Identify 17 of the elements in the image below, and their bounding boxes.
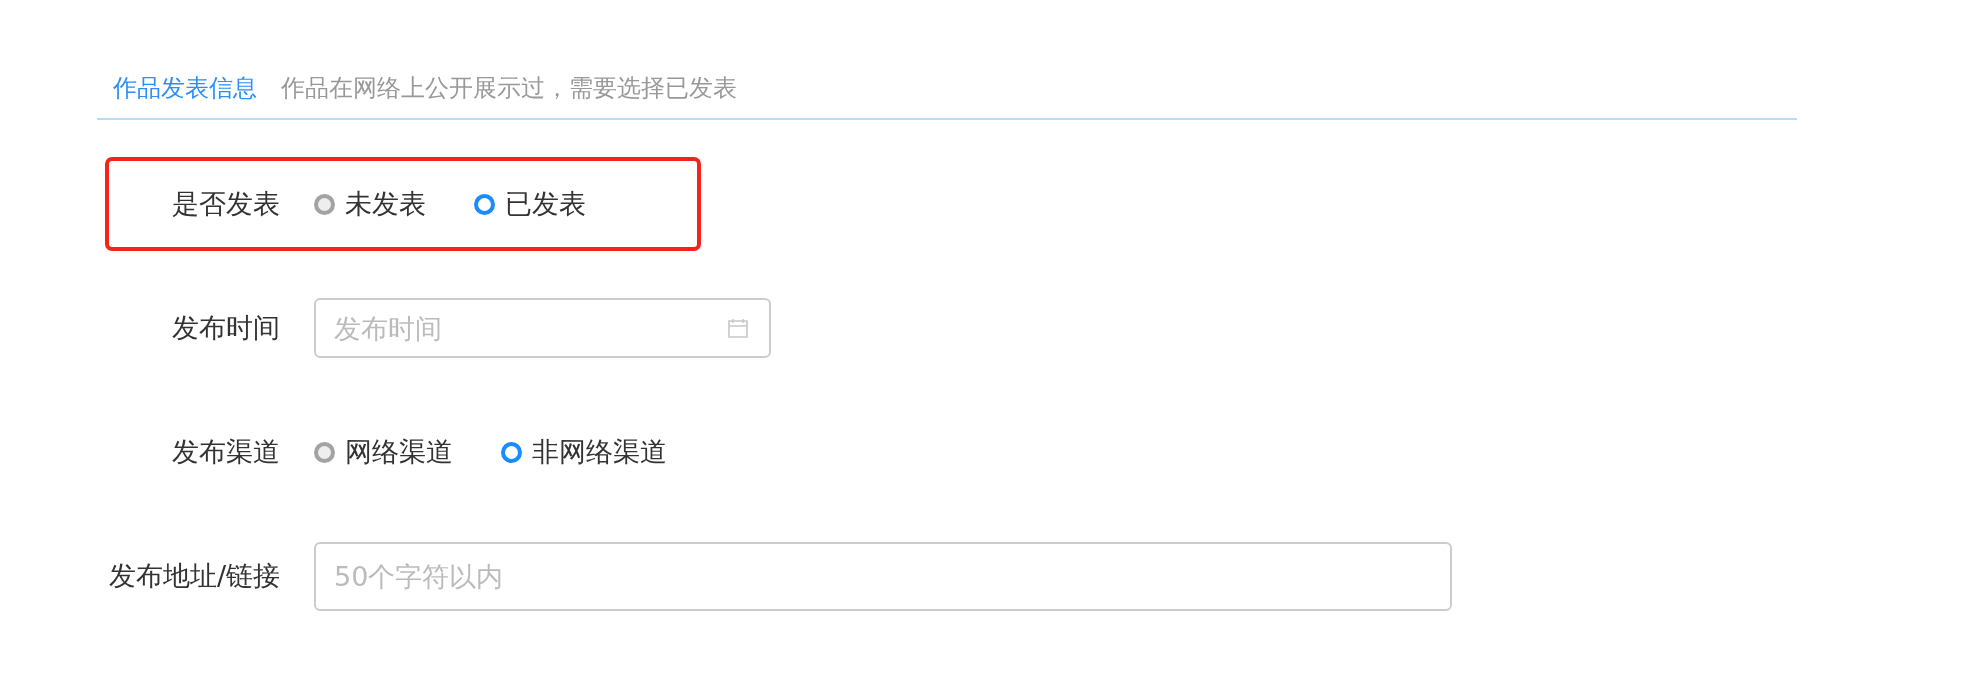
input-field[interactable]: 50个字符以内 — [314, 541, 1452, 611]
radio-option[interactable]: 非网络渠道 — [501, 434, 667, 470]
radio-option[interactable]: 网络渠道 — [314, 434, 453, 470]
radio-button[interactable] — [501, 441, 522, 463]
date-field[interactable]: 发布时间 — [314, 298, 771, 358]
field-label: 发布地址/链接 — [109, 559, 280, 593]
field-label: 发布时间 — [171, 311, 280, 345]
radio-option[interactable]: 已发表 — [474, 186, 586, 222]
radio-button[interactable] — [314, 441, 335, 463]
radio-option[interactable]: 未发表 — [314, 186, 426, 222]
radio-button[interactable] — [314, 193, 335, 215]
calendar-icon — [727, 318, 749, 338]
section-note: 作品在网络上公开展示过，需要选择已发表 — [281, 73, 737, 104]
radio-button[interactable] — [474, 193, 495, 215]
field-label: 发布渠道 — [171, 435, 280, 469]
field-label: 是否发表 — [171, 187, 280, 221]
section-title: 作品发表信息 — [113, 73, 257, 104]
